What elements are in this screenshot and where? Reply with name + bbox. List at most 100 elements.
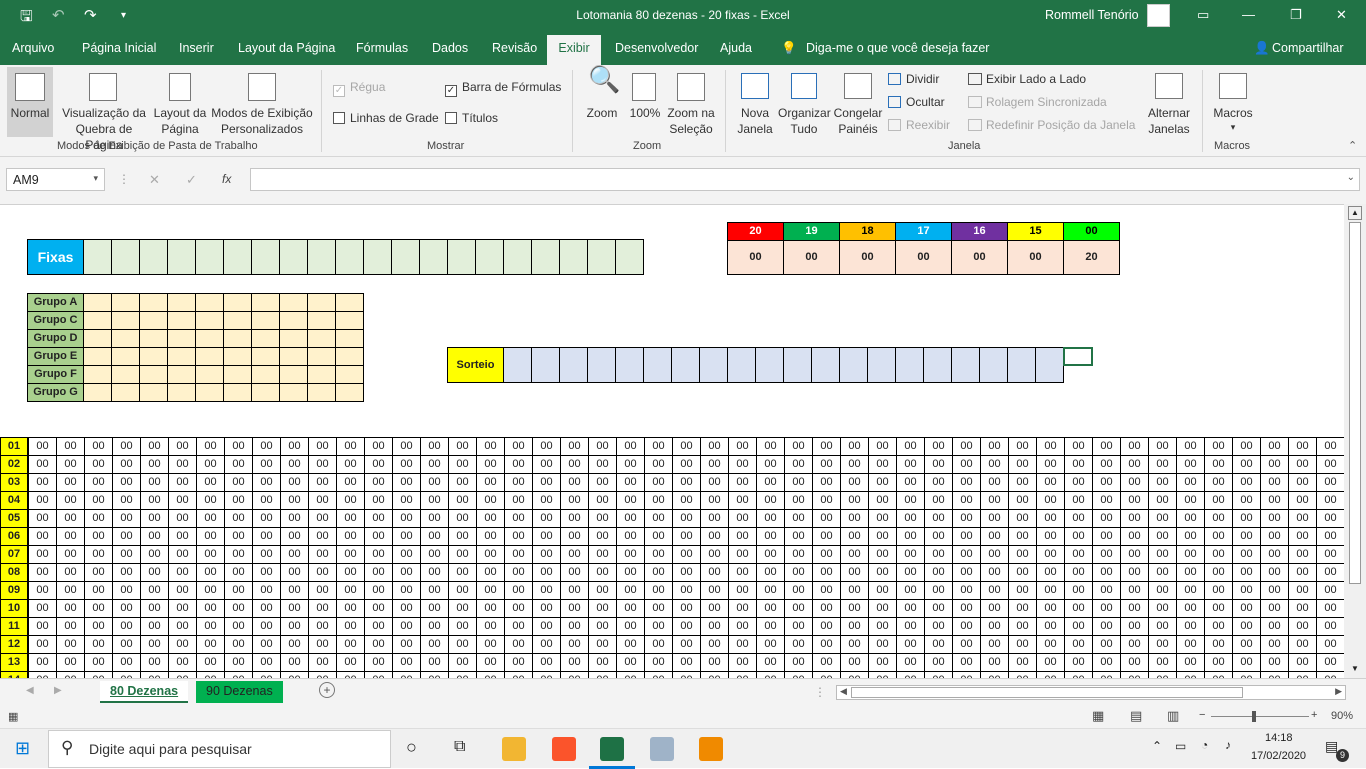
group-cell[interactable] [223, 347, 252, 366]
fixas-cell[interactable] [307, 239, 336, 275]
grid-cell[interactable]: 00 [308, 455, 337, 474]
grid-cell[interactable]: 00 [616, 491, 645, 510]
grid-cell[interactable]: 00 [504, 545, 533, 564]
grid-cell[interactable]: 00 [1092, 491, 1121, 510]
grid-cell[interactable]: 00 [644, 527, 673, 546]
grid-cell[interactable]: 00 [364, 437, 393, 456]
grid-cell[interactable]: 00 [868, 455, 897, 474]
grid-cell[interactable]: 00 [1036, 437, 1065, 456]
grid-cell[interactable]: 00 [168, 563, 197, 582]
grid-cell[interactable]: 00 [672, 545, 701, 564]
grid-cell[interactable]: 00 [1064, 653, 1093, 672]
grid-cell[interactable]: 00 [140, 509, 169, 528]
grid-cell[interactable]: 00 [756, 455, 785, 474]
fixas-cell[interactable] [111, 239, 140, 275]
grid-cell[interactable]: 00 [112, 635, 141, 654]
group-cell[interactable] [335, 329, 364, 348]
grid-cell[interactable]: 00 [84, 563, 113, 582]
grid-cell[interactable]: 00 [420, 563, 449, 582]
chevron-up-icon[interactable]: ⌃ [1152, 739, 1162, 753]
grid-cell[interactable]: 00 [532, 635, 561, 654]
grid-cell[interactable]: 00 [504, 599, 533, 618]
grid-cell[interactable]: 00 [336, 653, 365, 672]
grid-cell[interactable]: 00 [532, 581, 561, 600]
grid-cell[interactable]: 00 [1176, 437, 1205, 456]
grid-cell[interactable]: 00 [756, 473, 785, 492]
grid-cell[interactable]: 00 [56, 563, 85, 582]
grid-cell[interactable]: 00 [1204, 599, 1233, 618]
grid-cell[interactable]: 00 [1036, 527, 1065, 546]
grid-cell[interactable]: 00 [84, 581, 113, 600]
grid-cell[interactable]: 00 [420, 437, 449, 456]
grid-cell[interactable]: 00 [560, 491, 589, 510]
row-label[interactable]: 03 [0, 473, 28, 492]
grid-cell[interactable]: 00 [532, 563, 561, 582]
row-label[interactable]: 11 [0, 617, 28, 636]
grid-cell[interactable]: 00 [56, 617, 85, 636]
summary-header[interactable]: 15 [1007, 222, 1064, 241]
grid-cell[interactable]: 00 [392, 617, 421, 636]
grid-cell[interactable]: 00 [252, 617, 281, 636]
cancel-icon[interactable]: ✕ [149, 172, 160, 188]
grid-cell[interactable]: 00 [700, 563, 729, 582]
grid-cell[interactable]: 00 [1008, 671, 1037, 678]
grid-cell[interactable]: 00 [896, 455, 925, 474]
grid-cell[interactable]: 00 [112, 653, 141, 672]
grid-cell[interactable]: 00 [1176, 653, 1205, 672]
group-cell[interactable] [251, 383, 280, 402]
grid-cell[interactable]: 00 [1260, 599, 1289, 618]
row-label[interactable]: 09 [0, 581, 28, 600]
row-label[interactable]: 14 [0, 671, 28, 678]
grid-cell[interactable]: 00 [308, 581, 337, 600]
menu-revisao[interactable]: Revisão [492, 41, 537, 55]
grid-cell[interactable]: 00 [644, 617, 673, 636]
grid-cell[interactable]: 00 [1036, 455, 1065, 474]
grid-cell[interactable]: 00 [504, 563, 533, 582]
sorteio-cell[interactable] [503, 347, 532, 383]
grid-cell[interactable]: 00 [224, 473, 253, 492]
summary-header[interactable]: 19 [783, 222, 840, 241]
grid-cell[interactable]: 00 [476, 599, 505, 618]
grid-cell[interactable]: 00 [448, 563, 477, 582]
grid-cell[interactable]: 00 [1316, 635, 1344, 654]
grid-cell[interactable]: 00 [476, 581, 505, 600]
grid-cell[interactable]: 00 [980, 455, 1009, 474]
grid-cell[interactable]: 00 [392, 509, 421, 528]
grid-cell[interactable]: 00 [756, 599, 785, 618]
grid-cell[interactable]: 00 [308, 509, 337, 528]
group-cell[interactable] [223, 293, 252, 312]
grid-cell[interactable]: 00 [532, 671, 561, 678]
grid-cell[interactable]: 00 [196, 473, 225, 492]
taskbar-search[interactable]: ⚲ Digite aqui para pesquisar [48, 730, 391, 768]
group-cell[interactable] [83, 347, 112, 366]
menu-ajuda[interactable]: Ajuda [720, 41, 752, 55]
vlc-icon[interactable] [699, 737, 723, 761]
tell-me-search[interactable]: Diga-me o que você deseja fazer [806, 41, 989, 55]
grid-cell[interactable]: 00 [308, 635, 337, 654]
grid-cell[interactable]: 00 [84, 473, 113, 492]
grid-cell[interactable]: 00 [1092, 671, 1121, 678]
grid-cell[interactable]: 00 [1232, 527, 1261, 546]
grid-cell[interactable]: 00 [896, 473, 925, 492]
grid-cell[interactable]: 00 [448, 599, 477, 618]
grid-cell[interactable]: 00 [952, 509, 981, 528]
grid-cell[interactable]: 00 [364, 599, 393, 618]
grid-cell[interactable]: 00 [112, 527, 141, 546]
grid-cell[interactable]: 00 [1064, 473, 1093, 492]
grid-cell[interactable]: 00 [1008, 491, 1037, 510]
grid-cell[interactable]: 00 [28, 527, 57, 546]
grid-cell[interactable]: 00 [1176, 527, 1205, 546]
grid-cell[interactable]: 00 [336, 437, 365, 456]
grid-cell[interactable]: 00 [896, 545, 925, 564]
grid-cell[interactable]: 00 [1176, 599, 1205, 618]
grid-cell[interactable]: 00 [1204, 653, 1233, 672]
grid-cell[interactable]: 00 [280, 635, 309, 654]
summary-value[interactable]: 00 [783, 240, 840, 275]
sorteio-cell[interactable] [615, 347, 644, 383]
grid-cell[interactable]: 00 [224, 617, 253, 636]
grid-cell[interactable]: 00 [644, 545, 673, 564]
grid-cell[interactable]: 00 [1288, 581, 1317, 600]
grid-cell[interactable]: 00 [924, 491, 953, 510]
group-label[interactable]: Grupo C [27, 311, 84, 330]
grid-cell[interactable]: 00 [364, 545, 393, 564]
